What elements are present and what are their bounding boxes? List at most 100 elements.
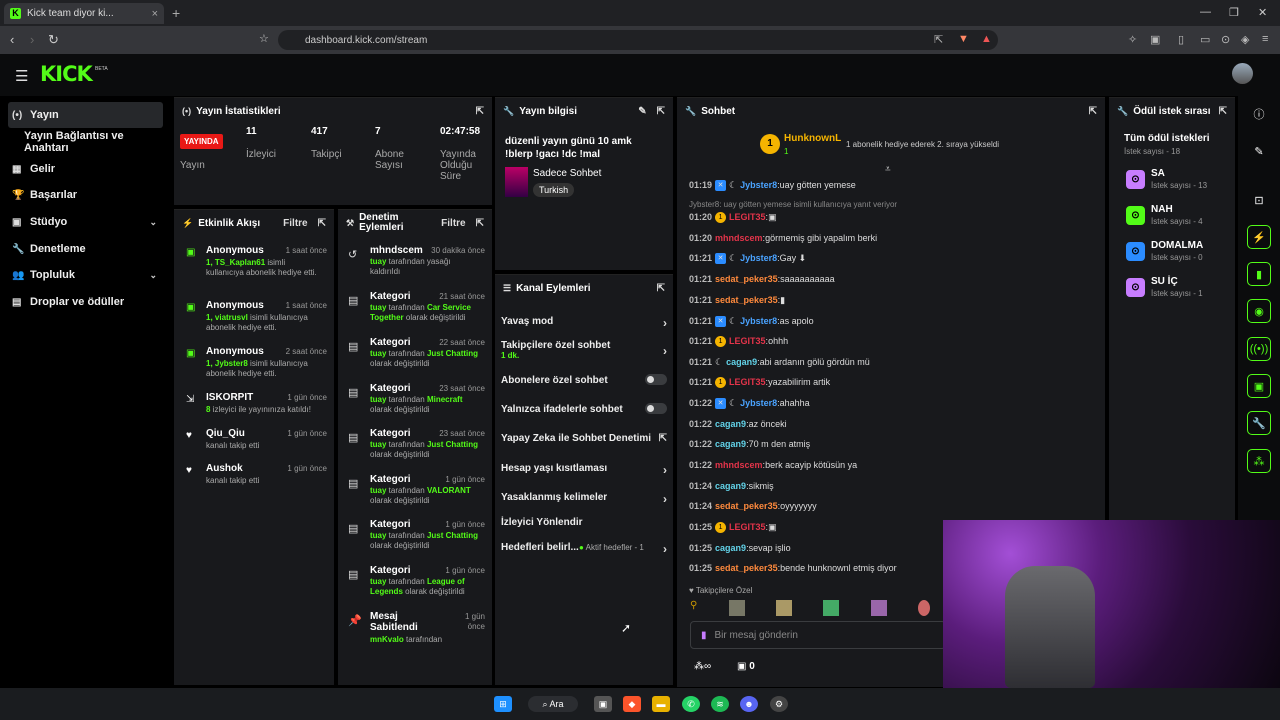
file-explorer-icon[interactable]: ▬	[652, 696, 670, 712]
wallet-icon[interactable]: ▭	[1200, 33, 1210, 46]
slow-mode-action[interactable]: Yavaş mod ›	[501, 316, 667, 330]
screenshot-icon[interactable]: ⊡	[1247, 188, 1271, 212]
popout-icon[interactable]: ⇱	[657, 283, 665, 294]
menu-icon[interactable]: ☰	[15, 67, 28, 85]
emote-icon[interactable]	[917, 600, 930, 616]
forward-icon[interactable]: ›	[30, 32, 34, 47]
brave-icon[interactable]: ◆	[623, 696, 641, 712]
vpn-icon[interactable]: ⊙	[1221, 33, 1230, 46]
chat-message[interactable]: 01:21 1 LEGIT35: ohhh	[689, 334, 788, 348]
chat-message[interactable]: 01:22 ✕ ☾ Jybster8: ahahha	[689, 396, 810, 410]
mic-icon[interactable]: ▮	[701, 630, 707, 641]
chat-message[interactable]: 01:21 ☾ cagan9: abi ardanın gölü gördün mü	[689, 355, 870, 369]
gift-icon[interactable]: ▣	[1247, 374, 1271, 398]
chat-message[interactable]: 01:24 cagan9: sikmiş	[689, 479, 774, 493]
info-icon[interactable]: ⓘ	[1247, 102, 1271, 126]
chat-input[interactable]: ▮ Bir mesaj gönderin	[690, 621, 946, 649]
extensions-icon[interactable]: ✧	[1128, 33, 1137, 46]
chat-message[interactable]: 01:25 sedat_peker35: bende hunknownl etmi…	[689, 561, 897, 575]
rewards-triangle-icon[interactable]: ▲	[981, 33, 992, 45]
chat-message[interactable]: 01:19 ✕ ☾ Jybster8: uay götten yemese	[689, 178, 856, 192]
browser-menu-icon[interactable]: ≡	[1262, 33, 1268, 45]
filter-button[interactable]: Filtre	[283, 218, 307, 229]
subscribers-only-action[interactable]: Abonelere özel sohbet	[501, 374, 667, 386]
new-tab-button[interactable]: +	[172, 5, 180, 21]
taskbar-search[interactable]: ⌕ Ara	[528, 696, 578, 712]
pinned-user[interactable]: HunknownL	[784, 133, 841, 144]
points-display[interactable]: ▣ 0	[737, 661, 755, 672]
kick-logo[interactable]: KICK	[40, 62, 93, 86]
minimize-icon[interactable]: —	[1200, 6, 1211, 18]
chat-message[interactable]: 01:22 mhndscem: berk acayip kötüsün ya	[689, 458, 857, 472]
spotify-icon[interactable]: ≋	[711, 696, 729, 712]
banned-words-action[interactable]: Yasaklanmış kelimeler ›	[501, 492, 667, 506]
maximize-icon[interactable]: ❐	[1229, 6, 1239, 19]
windows-start-icon[interactable]: ⊞	[494, 696, 512, 712]
popout-icon[interactable]: ⇱	[318, 218, 326, 229]
reload-icon[interactable]: ↻	[48, 32, 59, 48]
emote-icon[interactable]: ⚲	[690, 600, 697, 616]
infinity-icon[interactable]: ⁂∞	[694, 661, 711, 672]
tab-close-icon[interactable]: ×	[152, 8, 158, 20]
chat-message[interactable]: 01:22 cagan9: az önceki	[689, 417, 787, 431]
ai-moderation-action[interactable]: Yapay Zeka ile Sohbet Denetimi ⇱	[501, 433, 667, 444]
popout-icon[interactable]: ⇱	[657, 106, 665, 117]
emote-icon[interactable]	[775, 600, 792, 616]
emote-icon[interactable]	[870, 600, 887, 616]
popout-icon[interactable]: ⇱	[1219, 106, 1227, 117]
window-close-icon[interactable]: ✕	[1258, 6, 1267, 19]
task-view-icon[interactable]: ▣	[594, 696, 612, 712]
steam-icon[interactable]: ⚙	[770, 696, 788, 712]
emote-icon[interactable]	[823, 600, 840, 616]
tab-manager-icon[interactable]: ▣	[1150, 33, 1160, 46]
clip-icon[interactable]: ▮	[1247, 262, 1271, 286]
sidebar-item-stream[interactable]: (•) Yayın	[8, 102, 163, 128]
popout-icon[interactable]: ⇱	[476, 106, 484, 117]
browser-tab[interactable]: K Kick team diyor ki... ×	[4, 3, 164, 24]
chat-message[interactable]: 01:21 ✕ ☾ Jybster8: Gay ⬇	[689, 251, 806, 265]
wrench-icon[interactable]: 🔧	[1247, 411, 1271, 435]
bookmark-icon[interactable]: ☆	[259, 32, 269, 45]
popout-icon[interactable]: ⇱	[1089, 106, 1097, 117]
followers-only-action[interactable]: Takipçilere özel sohbet 1 dk. ›	[501, 340, 667, 360]
collapse-icon[interactable]: ⩡	[885, 164, 891, 175]
share-icon[interactable]: ⇱	[934, 33, 943, 46]
chat-bubble-icon[interactable]: ◉	[1247, 299, 1271, 323]
filter-button[interactable]: Filtre	[441, 218, 465, 229]
broadcast-icon[interactable]: ((•))	[1247, 337, 1271, 361]
chat-message[interactable]: 01:21 1 LEGIT35: yazabilirim artik	[689, 375, 830, 389]
chat-message[interactable]: 01:21 sedat_peker35: ▮	[689, 293, 785, 307]
community-icon[interactable]: ⁂	[1247, 449, 1271, 473]
emote-icon[interactable]	[728, 600, 745, 616]
emote-only-toggle[interactable]	[645, 403, 667, 414]
whatsapp-icon[interactable]: ✆	[682, 696, 700, 712]
sidebar-item-revenue[interactable]: ▦ Gelir	[8, 156, 163, 182]
lightning-icon[interactable]: ⚡	[1247, 225, 1271, 249]
all-rewards-link[interactable]: Tüm ödül istekleri	[1124, 133, 1210, 144]
sidebar-item-stream-key[interactable]: Yayın Bağlantısı ve Anahtarı	[24, 129, 170, 155]
chat-message[interactable]: 01:25 1 LEGIT35: ▣	[689, 520, 777, 534]
account-age-action[interactable]: Hesap yaşı kısıtlaması ›	[501, 463, 667, 477]
popout-icon[interactable]: ⇱	[476, 218, 484, 229]
url-field[interactable]: dashboard.kick.com/stream	[278, 30, 998, 50]
chat-message[interactable]: 01:20 mhndscem: görmemiş gibi yapalım ber…	[689, 231, 877, 245]
chat-message[interactable]: 01:21 sedat_peker35: saaaaaaaaaa	[689, 272, 835, 286]
edit-icon[interactable]: ✎	[1247, 139, 1271, 163]
sidebar-item-achievements[interactable]: 🏆 Başarılar	[8, 182, 163, 208]
chat-message[interactable]: 01:24 sedat_peker35: oyyyyyyy	[689, 499, 817, 513]
chat-message[interactable]: 01:21 ✕ ☾ Jybster8: as apolo	[689, 314, 814, 328]
brave-shield-icon[interactable]: ▼	[958, 33, 969, 45]
discord-icon[interactable]: ☻	[740, 696, 758, 712]
edit-icon[interactable]: ✎	[638, 106, 646, 117]
shield-icon[interactable]: ◈	[1241, 33, 1249, 46]
sidebar-item-drops[interactable]: ▤ Droplar ve ödüller	[8, 289, 163, 315]
host-action[interactable]: İzleyici Yönlendir	[501, 517, 667, 528]
sidebar-item-community[interactable]: 👥 Topluluk ⌄	[8, 262, 163, 288]
chat-message[interactable]: 01:20 1 LEGIT35: ▣	[689, 210, 777, 224]
sidebar-item-studio[interactable]: ▣ Stüdyo ⌄	[8, 209, 163, 235]
chat-message[interactable]: 01:22 cagan9: 70 m den atmiş	[689, 437, 810, 451]
sidebar-item-moderation[interactable]: 🔧 Denetleme	[8, 236, 163, 262]
emote-only-action[interactable]: Yalnızca ifadelerle sohbet	[501, 403, 667, 415]
back-icon[interactable]: ‹	[10, 32, 14, 47]
goals-action[interactable]: Hedefleri belirl... ● Aktif hedefler - 1 ›	[501, 542, 667, 556]
